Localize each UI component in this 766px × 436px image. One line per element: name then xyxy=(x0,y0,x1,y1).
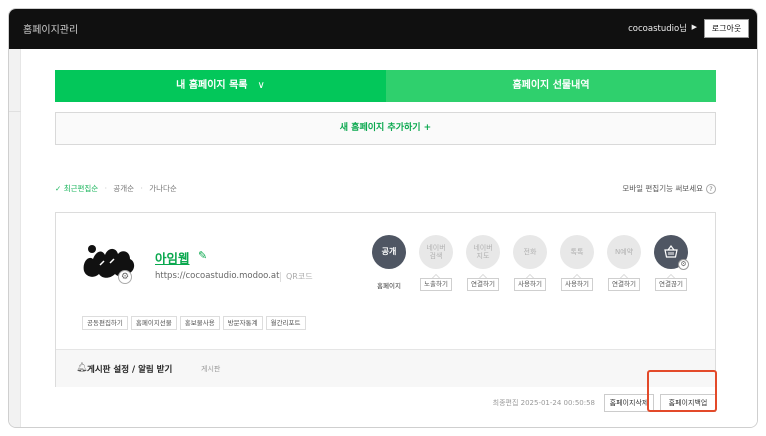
expose-button[interactable]: 노출하기 xyxy=(420,274,452,291)
talktalk-icon[interactable]: 톡톡 xyxy=(560,235,594,269)
mobile-edit-hint[interactable]: 모바일 편집기능 써보세요? xyxy=(622,183,716,194)
service-store[interactable]: ⚙ 연결끊기 xyxy=(653,235,689,291)
user-menu-arrow-icon[interactable]: ▶ xyxy=(692,23,697,31)
top-bar: 홈페이지관리 cocoastudio님 ▶ 로그아웃 xyxy=(9,9,757,49)
visitor-stats-button[interactable]: 방문자통계 xyxy=(222,316,263,330)
phone-icon[interactable]: 전화 xyxy=(513,235,547,269)
promo-material-button[interactable]: 홍보물사용 xyxy=(179,316,220,330)
add-site-button[interactable]: 새 홈페이지 추가하기 + xyxy=(55,112,716,145)
separator-dot: · xyxy=(104,184,107,193)
sidebar-divider xyxy=(9,111,21,112)
service-phone[interactable]: 전화 사용하기 xyxy=(512,235,548,291)
site-url[interactable]: https://cocoastudio.modoo.at xyxy=(155,271,279,281)
divider xyxy=(280,272,281,282)
use-phone-button[interactable]: 사용하기 xyxy=(514,274,546,291)
service-naver-map[interactable]: 네이버 지도 연결하기 xyxy=(465,235,501,291)
basket-icon xyxy=(664,245,678,258)
edit-pencil-icon[interactable]: ✎ xyxy=(198,249,207,262)
service-n-booking[interactable]: N예약 연결하기 xyxy=(606,235,642,291)
site-card: ⚙ 아임웹 ✎ https://cocoastudio.modoo.at QR코… xyxy=(55,212,716,387)
sort-public[interactable]: 공개순 xyxy=(113,184,134,193)
last-edited-time: 최종편집 2025-01-24 00:50:58 xyxy=(492,399,595,407)
sidebar xyxy=(9,49,21,427)
disconnect-store-button[interactable]: 연결끊기 xyxy=(655,274,687,291)
admin-title: 홈페이지관리 xyxy=(23,25,79,36)
tab-my-sites[interactable]: 내 홈페이지 목록 ∨ xyxy=(55,70,386,102)
co-edit-button[interactable]: 공동편집하기 xyxy=(82,316,128,330)
site-actions: 공동편집하기 홈페이지선물 홍보물사용 방문자통계 월간리포트 xyxy=(82,316,306,330)
connect-map-button[interactable]: 연결하기 xyxy=(467,274,499,291)
sort-recent[interactable]: 최근편집순 xyxy=(64,184,99,193)
sort-options: ✓ 최근편집순 · 공개순 · 가나다순 모바일 편집기능 써보세요? xyxy=(55,183,716,197)
service-naver-search[interactable]: 네이버 검색 노출하기 xyxy=(418,235,454,291)
site-footer: 최종편집 2025-01-24 00:50:58 홈페이지삭제 홈페이지백업 xyxy=(55,394,716,412)
bell-icon: 🔔︎ xyxy=(76,363,88,373)
cart-icon[interactable]: ⚙ xyxy=(654,235,689,270)
site-name-link[interactable]: 아임웹 xyxy=(155,248,190,267)
sort-alphabet[interactable]: 가나다순 xyxy=(149,184,177,193)
check-icon: ✓ xyxy=(55,184,62,193)
connect-booking-button[interactable]: 연결하기 xyxy=(608,274,640,291)
board-label: 게시판 xyxy=(201,365,221,373)
logo-settings-icon[interactable]: ⚙ xyxy=(118,270,132,284)
qr-code-link[interactable]: QR코드 xyxy=(286,271,313,282)
n-booking-icon[interactable]: N예약 xyxy=(607,235,641,269)
tab-my-sites-label: 내 홈페이지 목록 xyxy=(176,80,248,91)
board-settings-link[interactable]: 게시판 설정 / 알림 받기 xyxy=(87,363,172,375)
highlight-box xyxy=(647,370,717,412)
separator-dot: · xyxy=(140,184,143,193)
logout-button[interactable]: 로그아웃 xyxy=(704,19,749,38)
naver-search-icon[interactable]: 네이버 검색 xyxy=(419,235,453,269)
tab-bar: 내 홈페이지 목록 ∨ 홈페이지 선물내역 xyxy=(55,70,716,102)
monthly-report-button[interactable]: 월간리포트 xyxy=(265,316,306,330)
tab-gift-history[interactable]: 홈페이지 선물내역 xyxy=(386,70,716,102)
browser-frame: 홈페이지관리 cocoastudio님 ▶ 로그아웃 내 홈페이지 목록 ∨ 홈페… xyxy=(8,8,758,428)
chevron-down-icon: ∨ xyxy=(257,80,265,91)
store-settings-icon[interactable]: ⚙ xyxy=(678,259,689,270)
user-name[interactable]: cocoastudio님 xyxy=(628,22,687,34)
naver-map-icon[interactable]: 네이버 지도 xyxy=(466,235,500,269)
service-public[interactable]: 공개 홈페이지 xyxy=(371,235,407,290)
help-icon[interactable]: ? xyxy=(706,184,716,194)
service-talktalk[interactable]: 톡톡 사용하기 xyxy=(559,235,595,291)
gift-site-button[interactable]: 홈페이지선물 xyxy=(130,316,177,330)
service-homepage-label: 홈페이지 xyxy=(377,282,401,290)
board-settings-bar: 🔔︎ 게시판 설정 / 알림 받기 게시판 xyxy=(56,349,715,387)
mobile-edit-text: 모바일 편집기능 써보세요 xyxy=(622,184,703,193)
public-icon[interactable]: 공개 xyxy=(372,235,406,269)
use-talktalk-button[interactable]: 사용하기 xyxy=(561,274,593,291)
